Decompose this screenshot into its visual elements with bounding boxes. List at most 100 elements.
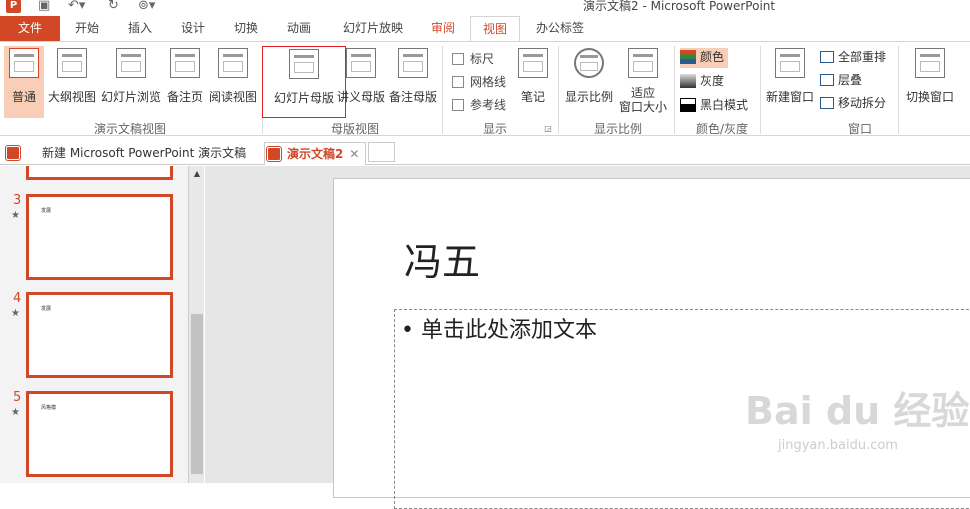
notes-page-button[interactable]: 备注页 [165, 46, 205, 118]
arrange-all-icon [820, 51, 834, 63]
slide-title[interactable]: 冯五 [404, 231, 480, 286]
slide-number: 4 [13, 291, 22, 306]
guides-checkbox-box [452, 99, 464, 111]
notes-master-button[interactable]: 备注母版 [388, 46, 438, 118]
handout-master-button[interactable]: 讲义母版 [336, 46, 386, 118]
group-label-window: 窗口 [847, 122, 872, 136]
magnifier-icon [574, 48, 604, 78]
baidu-watermark-url: jingyan.baidu.com [778, 438, 898, 453]
ribbon-divider [442, 46, 443, 134]
save-icon[interactable]: ▣ [38, 0, 50, 14]
arrange-all-button[interactable]: 全部重排 [820, 48, 886, 68]
doc-tab-new-presentation[interactable]: 新建 Microsoft PowerPoint 演示文稿 [2, 142, 260, 166]
gridlines-checkbox[interactable]: 网格线 [452, 73, 506, 91]
color-swatch-icon [680, 50, 696, 64]
switch-window-button[interactable]: 切换窗口 [902, 46, 958, 118]
document-tabs: 新建 Microsoft PowerPoint 演示文稿 演示文稿2 ✕ [0, 141, 970, 166]
slide-thumbnail[interactable]: 发展 [26, 292, 173, 378]
animation-star-icon: ★ [11, 407, 20, 418]
group-label-master-views: 母版视图 [330, 122, 379, 136]
doc-tab-presentation2[interactable]: 演示文稿2 ✕ [264, 142, 366, 166]
notes-page-icon [170, 48, 200, 78]
ribbon-divider [898, 46, 899, 134]
scroll-up-icon[interactable]: ▲ [191, 168, 203, 180]
slide-editor: 冯五 • 单击此处添加文本 [205, 166, 970, 509]
ribbon-divider [674, 46, 675, 134]
menu-tabs: 文件 开始 插入 设计 切换 动画 幻灯片放映 审阅 视图 办公标签 [0, 16, 970, 42]
group-label-show: 显示 [482, 122, 507, 136]
black-white-swatch-icon [680, 98, 696, 112]
scrollbar-thumb[interactable] [191, 314, 203, 474]
ribbon-divider [760, 46, 761, 134]
zoom-button[interactable]: 显示比例 [562, 46, 616, 118]
slide-number: 3 [13, 193, 22, 208]
notes-master-icon [398, 48, 428, 78]
show-dialog-launcher-icon[interactable]: ◲ [542, 124, 554, 133]
normal-view-button[interactable]: 普通 [4, 46, 44, 118]
notes-icon [518, 48, 548, 78]
outline-view-button[interactable]: 大纲视图 [48, 46, 96, 118]
slide-thumbnails-pane: 3 ★ 发展 4 ★ 发展 5 ★ 风格模 [0, 166, 188, 483]
undo-icon[interactable]: ↶▾ [68, 0, 85, 14]
slide-master-button[interactable]: 幻灯片母版 [262, 46, 346, 118]
outline-view-icon [57, 48, 87, 78]
start-slideshow-icon[interactable]: ⊚▾ [138, 0, 155, 14]
animation-star-icon: ★ [11, 210, 20, 221]
tab-slideshow[interactable]: 幻灯片放映 [333, 16, 413, 41]
guides-checkbox[interactable]: 参考线 [452, 96, 506, 114]
slide-sorter-button[interactable]: 幻灯片浏览 [100, 46, 162, 118]
fit-to-window-icon [628, 48, 658, 78]
powerpoint-app-icon[interactable]: P [6, 0, 21, 13]
ruler-checkbox-box [452, 53, 464, 65]
tab-insert[interactable]: 插入 [117, 16, 163, 41]
title-bar: P ▣ ↶▾ ↻ ⊚▾ 演示文稿2 - Microsoft PowerPoint [0, 0, 970, 16]
slide-thumbnail[interactable]: 风格模 [26, 391, 173, 477]
reading-view-icon [218, 48, 248, 78]
cascade-icon [820, 74, 834, 86]
move-split-icon [820, 97, 834, 109]
gridlines-checkbox-box [452, 76, 464, 88]
group-label-color: 颜色/灰度 [695, 122, 749, 136]
animation-star-icon: ★ [11, 308, 20, 319]
new-tab-button[interactable] [368, 142, 395, 162]
reading-view-button[interactable]: 阅读视图 [207, 46, 259, 118]
ribbon: 普通 大纲视图 幻灯片浏览 备注页 阅读视图 演示文稿视图 幻灯片母版 讲义母版… [0, 41, 970, 136]
notes-button[interactable]: 笔记 [514, 46, 552, 118]
slide-master-icon [289, 49, 319, 79]
move-split-button[interactable]: 移动拆分 [820, 94, 886, 114]
tab-animations[interactable]: 动画 [276, 16, 322, 41]
tab-review[interactable]: 审阅 [420, 16, 466, 41]
tab-file[interactable]: 文件 [0, 16, 60, 41]
new-window-icon [775, 48, 805, 78]
tab-office-tabs[interactable]: 办公标签 [528, 16, 592, 41]
normal-view-icon [9, 48, 39, 78]
tab-design[interactable]: 设计 [170, 16, 216, 41]
thumbnails-scrollbar[interactable]: ▲ [188, 166, 204, 483]
slide-thumbnail[interactable]: 发展 [26, 194, 173, 280]
color-button[interactable]: 颜色 [680, 48, 728, 68]
tab-view[interactable]: 视图 [470, 16, 520, 42]
close-tab-icon[interactable]: ✕ [349, 147, 359, 161]
cascade-button[interactable]: 层叠 [820, 71, 862, 91]
slide-number: 5 [13, 390, 22, 405]
grayscale-button[interactable]: 灰度 [680, 72, 750, 92]
powerpoint-file-icon [266, 146, 282, 162]
ruler-checkbox[interactable]: 标尺 [452, 50, 494, 68]
group-label-presentation-views: 演示文稿视图 [93, 122, 166, 136]
redo-icon[interactable]: ↻ [108, 0, 119, 14]
baidu-watermark: Bai du 经验 [745, 389, 970, 433]
grayscale-swatch-icon [680, 74, 696, 88]
group-label-zoom: 显示比例 [593, 122, 642, 136]
placeholder-text: • 单击此处添加文本 [401, 318, 597, 343]
switch-window-icon [915, 48, 945, 78]
window-title: 演示文稿2 - Microsoft PowerPoint [583, 0, 776, 13]
black-white-button[interactable]: 黑白模式 [680, 96, 750, 116]
handout-master-icon [346, 48, 376, 78]
tab-transitions[interactable]: 切换 [223, 16, 269, 41]
slide-thumbnail[interactable] [26, 166, 173, 180]
slide-sorter-icon [116, 48, 146, 78]
new-window-button[interactable]: 新建窗口 [764, 46, 816, 118]
fit-to-window-button[interactable]: 适应 窗口大小 [616, 46, 670, 118]
tab-home[interactable]: 开始 [64, 16, 110, 41]
powerpoint-file-icon [5, 145, 21, 161]
